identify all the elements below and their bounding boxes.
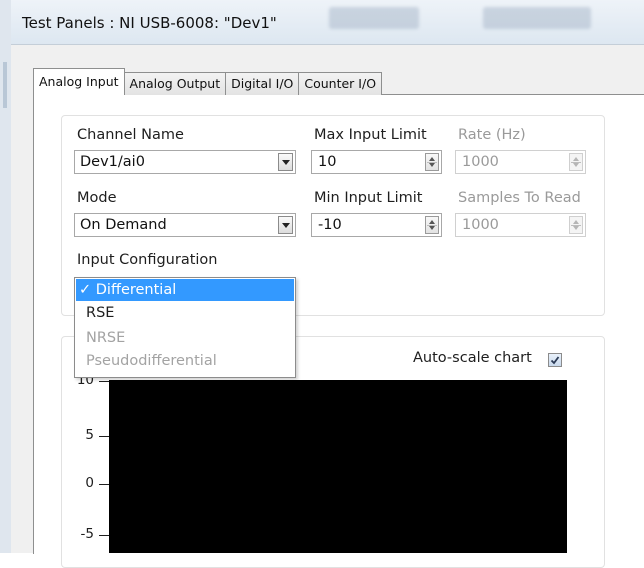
- autoscale-chart-label: Auto-scale chart: [413, 350, 532, 366]
- y-tick-mark: [99, 436, 109, 437]
- autoscale-chart-checkbox[interactable]: [548, 353, 562, 367]
- min-input-limit-spinbox[interactable]: -10: [311, 213, 442, 237]
- tab-analog-output[interactable]: Analog Output: [123, 72, 227, 95]
- y-tick-mark: [99, 381, 109, 382]
- max-input-limit-spinbox[interactable]: 10: [311, 150, 442, 174]
- y-tick-label: 5: [85, 427, 94, 443]
- input-configuration-label: Input Configuration: [77, 252, 218, 268]
- title-bar[interactable]: Test Panels : NI USB-6008: "Dev1": [11, 0, 644, 45]
- min-input-limit-value: -10: [318, 217, 342, 233]
- option-nrse: NRSE: [86, 330, 126, 346]
- spinner-arrows-icon: [569, 216, 583, 234]
- max-input-limit-value: 10: [318, 154, 337, 170]
- chevron-down-icon[interactable]: [278, 153, 293, 171]
- mode-value: On Demand: [80, 217, 167, 233]
- y-tick-mark: [99, 535, 109, 536]
- option-pseudodifferential: Pseudodifferential: [86, 353, 217, 369]
- max-input-limit-label: Max Input Limit: [314, 127, 427, 143]
- rate-label: Rate (Hz): [458, 127, 526, 143]
- spinner-arrows-icon[interactable]: [425, 153, 439, 171]
- window-title: Test Panels : NI USB-6008: "Dev1": [22, 14, 277, 32]
- samples-to-read-label: Samples To Read: [458, 190, 581, 206]
- option-rse[interactable]: RSE: [76, 302, 294, 324]
- y-tick-label: -5: [80, 526, 94, 542]
- tab-strip: Analog Input Analog Output Digital I/O C…: [33, 68, 383, 95]
- background-blur-shape: [483, 7, 591, 29]
- channel-name-value: Dev1/ai0: [80, 154, 145, 170]
- samples-to-read-value: 1000: [462, 217, 499, 233]
- samples-to-read-spinbox: 1000: [455, 213, 586, 237]
- channel-name-combobox[interactable]: Dev1/ai0: [74, 150, 296, 174]
- spinner-arrows-icon[interactable]: [425, 216, 439, 234]
- checkmark-icon: [550, 356, 560, 365]
- tab-analog-input[interactable]: Analog Input: [33, 68, 125, 95]
- rate-value: 1000: [462, 154, 499, 170]
- rate-spinbox: 1000: [455, 150, 586, 174]
- option-differential[interactable]: ✓ Differential: [76, 279, 294, 301]
- chart-plot-area: [109, 380, 567, 553]
- min-input-limit-label: Min Input Limit: [314, 190, 423, 206]
- tab-counter-io[interactable]: Counter I/O: [298, 72, 383, 95]
- y-tick-label: 0: [85, 475, 94, 491]
- channel-name-label: Channel Name: [77, 127, 184, 143]
- background-window-mark: [3, 62, 7, 108]
- tab-digital-io[interactable]: Digital I/O: [225, 72, 300, 95]
- y-tick-mark: [99, 484, 109, 485]
- mode-label: Mode: [77, 190, 117, 206]
- mode-combobox[interactable]: On Demand: [74, 213, 296, 237]
- input-configuration-dropdown: ✓ Differential RSE NRSE Pseudodifferenti…: [74, 277, 296, 378]
- background-blur-shape: [329, 7, 419, 29]
- spinner-arrows-icon: [569, 153, 583, 171]
- chevron-down-icon[interactable]: [278, 216, 293, 234]
